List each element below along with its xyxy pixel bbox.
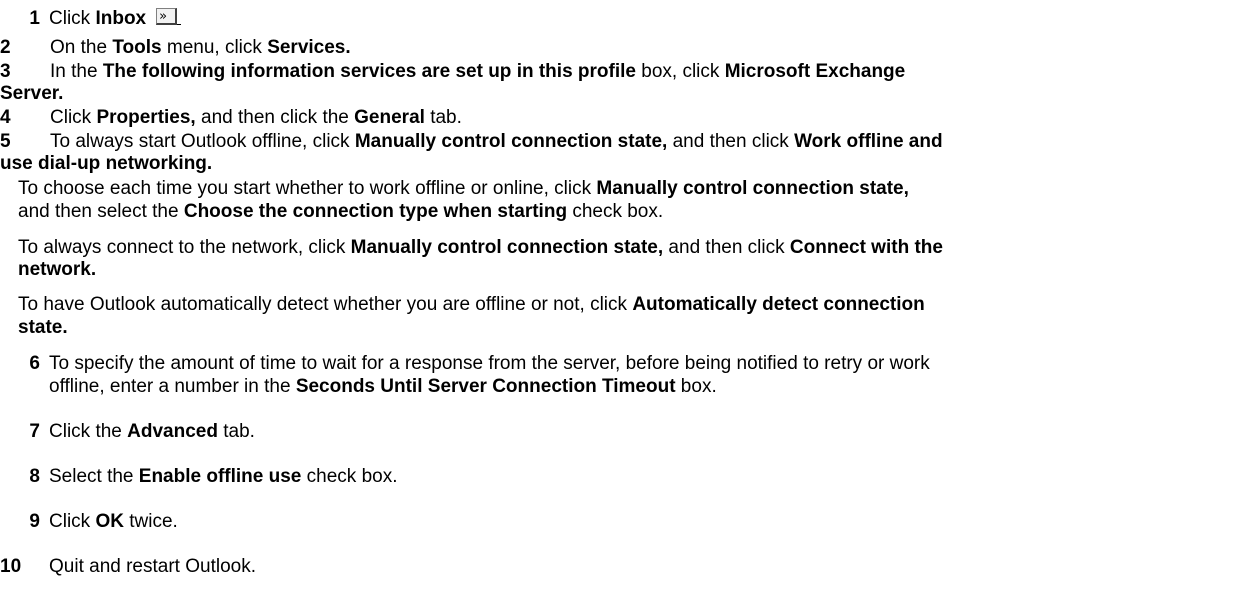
icon-underline bbox=[177, 10, 182, 25]
option-text: To always connect to the network, click bbox=[18, 237, 351, 258]
option-3-line-2: state. bbox=[18, 317, 68, 339]
work-offline-label: Work offline and bbox=[794, 131, 943, 152]
step-number: 4 bbox=[0, 107, 11, 128]
step-6-line-1: To specify the amount of time to wait fo… bbox=[49, 353, 930, 375]
step-7-text: Click the Advanced tab. bbox=[49, 421, 255, 443]
option-1-line-1: To choose each time you start whether to… bbox=[18, 178, 909, 200]
step-text: To always start Outlook offline, click bbox=[50, 131, 355, 152]
step-text: and then click the bbox=[195, 107, 355, 128]
step-number: 5 bbox=[0, 131, 11, 152]
manual-connection-label: Manually control connection state, bbox=[354, 131, 668, 152]
option-text: To choose each time you start whether to… bbox=[18, 178, 597, 199]
step-8-text: Select the Enable offline use check box. bbox=[49, 466, 397, 488]
step-2-text: On the Tools menu, click Services. bbox=[50, 37, 351, 59]
step-text: Quit and restart Outlook. bbox=[49, 556, 256, 577]
ok-label: OK bbox=[95, 511, 124, 532]
auto-detect-label-wrap: state. bbox=[18, 317, 68, 338]
choose-connection-label: Choose the connection type when starting bbox=[183, 201, 568, 222]
services-label: Services. bbox=[267, 37, 351, 58]
step-text: In the bbox=[50, 61, 103, 82]
step-5-wrap: use dial-up networking. bbox=[0, 153, 212, 175]
option-2-line-1: To always connect to the network, click … bbox=[18, 237, 943, 259]
step-4-text: Click Properties, and then click the Gen… bbox=[50, 107, 462, 129]
step-1-text: Click Inbox » bbox=[49, 8, 182, 30]
step-number: 3 bbox=[0, 61, 11, 82]
step-10-text: Quit and restart Outlook. bbox=[49, 556, 256, 578]
connect-network-label: Connect with the bbox=[789, 237, 943, 258]
step-text: menu, click bbox=[161, 37, 268, 58]
manual-connection-label: Manually control connection state, bbox=[596, 178, 909, 199]
step-number: 9 bbox=[29, 511, 40, 532]
option-1-line-2: and then select the Choose the connectio… bbox=[18, 201, 663, 223]
step-text: tab. bbox=[217, 421, 255, 442]
exchange-label-wrap: Server. bbox=[0, 83, 64, 104]
tools-menu-label: Tools bbox=[112, 37, 162, 58]
exchange-label: Microsoft Exchange bbox=[724, 61, 906, 82]
step-text: Click bbox=[49, 511, 96, 532]
step-number: 1 bbox=[29, 8, 40, 29]
step-text: twice. bbox=[123, 511, 178, 532]
step-text: box. bbox=[675, 376, 717, 397]
auto-detect-label: Automatically detect connection bbox=[632, 294, 925, 315]
step-3-wrap: Server. bbox=[0, 83, 63, 105]
step-number: 2 bbox=[0, 37, 11, 58]
option-2-line-2: network. bbox=[18, 259, 96, 281]
manual-connection-label: Manually control connection state, bbox=[350, 237, 664, 258]
step-text: box, click bbox=[635, 61, 725, 82]
step-5-text: To always start Outlook offline, click M… bbox=[50, 131, 943, 153]
services-box-label: The following information services are s… bbox=[102, 61, 636, 82]
option-text: check box. bbox=[567, 201, 664, 222]
option-text: To have Outlook automatically detect whe… bbox=[18, 294, 633, 315]
step-number: 10 bbox=[0, 556, 22, 577]
step-text: tab. bbox=[424, 107, 462, 128]
enable-offline-label: Enable offline use bbox=[138, 466, 302, 487]
step-text: Click bbox=[49, 8, 96, 29]
inbox-label: Inbox bbox=[95, 8, 147, 29]
step-number: 6 bbox=[29, 353, 40, 374]
step-number: 8 bbox=[29, 466, 40, 487]
step-text: check box. bbox=[301, 466, 398, 487]
step-9-text: Click OK twice. bbox=[49, 511, 178, 533]
option-text: and then select the bbox=[18, 201, 184, 222]
step-text: offline, enter a number in the bbox=[49, 376, 296, 397]
connect-network-label-wrap: network. bbox=[18, 259, 97, 280]
timeout-box-label: Seconds Until Server Connection Timeout bbox=[295, 376, 676, 397]
step-text: and then click bbox=[667, 131, 795, 152]
advanced-tab-label: Advanced bbox=[127, 421, 218, 442]
step-text: To specify the amount of time to wait fo… bbox=[49, 353, 930, 374]
option-3-line-1: To have Outlook automatically detect whe… bbox=[18, 294, 925, 316]
step-text: Click bbox=[50, 107, 97, 128]
properties-label: Properties, bbox=[96, 107, 196, 128]
step-text: Click the bbox=[49, 421, 128, 442]
inbox-chevron-icon[interactable]: » bbox=[156, 8, 178, 25]
work-offline-label-wrap: use dial-up networking. bbox=[0, 153, 213, 174]
step-3-text: In the The following information service… bbox=[50, 61, 905, 83]
step-6-line-2: offline, enter a number in the Seconds U… bbox=[49, 376, 717, 398]
option-text: and then click bbox=[663, 237, 790, 258]
step-text: On the bbox=[50, 37, 113, 58]
step-text: Select the bbox=[49, 466, 139, 487]
general-tab-label: General bbox=[354, 107, 425, 128]
step-number: 7 bbox=[29, 421, 40, 442]
